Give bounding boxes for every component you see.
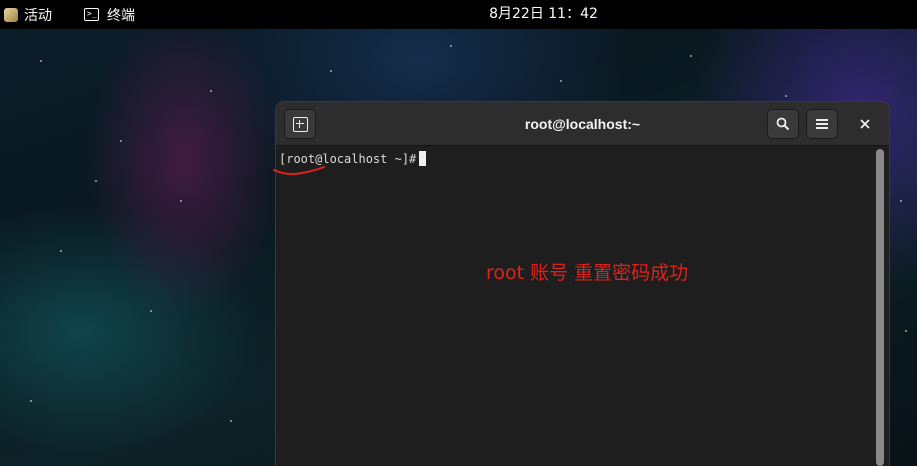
scrollbar-thumb[interactable]: [876, 149, 884, 466]
terminal-output[interactable]: [root@localhost ~]#: [276, 147, 889, 466]
scrollbar[interactable]: [876, 149, 885, 466]
wallpaper-star: [900, 200, 902, 202]
wallpaper-star: [30, 400, 32, 402]
wallpaper-star: [330, 70, 332, 72]
clock-button[interactable]: 8月22日 11：42: [0, 0, 917, 29]
wallpaper-star: [120, 140, 122, 142]
wallpaper-star: [905, 330, 907, 332]
wallpaper-star: [95, 180, 97, 182]
close-icon: [860, 119, 870, 129]
new-tab-icon: [292, 116, 308, 132]
wallpaper-star: [40, 60, 42, 62]
top-bar: 活动 >_ 终端 8月22日 11：42: [0, 0, 917, 29]
text-cursor: [419, 151, 427, 166]
wallpaper-star: [785, 95, 787, 97]
menu-button[interactable]: [806, 109, 838, 139]
search-button[interactable]: [767, 109, 799, 139]
wallpaper-star: [560, 80, 562, 82]
wallpaper-star: [210, 90, 212, 92]
red-underline-annotation: [273, 166, 325, 175]
wallpaper-star: [180, 200, 182, 202]
close-button[interactable]: [851, 110, 879, 138]
terminal-headerbar: root@localhost:~: [276, 102, 889, 146]
new-tab-button[interactable]: [284, 109, 316, 139]
search-icon: [776, 117, 790, 131]
wallpaper-star: [150, 310, 152, 312]
wallpaper-star: [450, 45, 452, 47]
wallpaper-star: [230, 420, 232, 422]
wallpaper-star: [60, 250, 62, 252]
clock-text: 8月22日 11：42: [489, 6, 598, 22]
annotation-text: root 账号 重置密码成功: [486, 262, 689, 284]
terminal-window: root@localhost:~ [root@localhost ~]# roo…: [276, 102, 889, 466]
hamburger-menu-icon: [816, 119, 828, 129]
wallpaper-star: [690, 55, 692, 57]
